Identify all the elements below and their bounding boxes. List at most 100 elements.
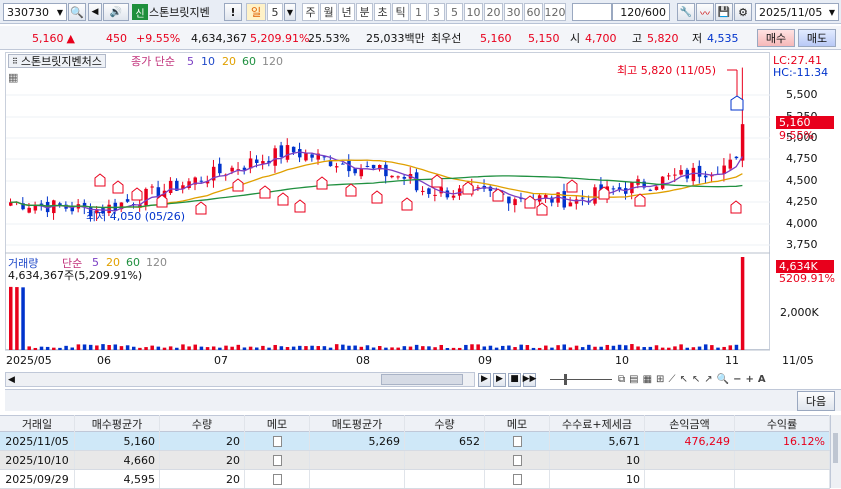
tab-timeframe-4[interactable]: 분 <box>356 3 373 21</box>
chevron-down-icon[interactable]: ▼ <box>829 8 835 17</box>
current-price: 5,160 ▲ <box>32 29 75 47</box>
font-icon[interactable]: A <box>758 374 766 385</box>
memo-icon[interactable] <box>512 473 522 485</box>
top-toolbar: 330730 ▼ 🔍 ◀ 🔊 신 스톤브릿지벤 ! 일 5 ▼ 주월년분초틱135… <box>0 0 841 24</box>
prev-stock-button[interactable]: ◀ <box>88 3 102 21</box>
memo-cell[interactable] <box>485 432 550 450</box>
stop-button[interactable]: ■ <box>508 372 521 387</box>
period-dropdown-button[interactable]: ▼ <box>284 3 296 21</box>
line-chart-icon: 〰 <box>700 8 710 20</box>
table-header-cell[interactable]: 손익금액 <box>645 415 735 432</box>
fast-forward-button[interactable]: ▶▶ <box>523 372 536 387</box>
warning-button[interactable]: ! <box>224 3 242 21</box>
grid-icon[interactable]: ▦ <box>8 70 18 84</box>
tab-timeframe-13[interactable]: 60 <box>524 3 543 21</box>
tab-timeframe-3[interactable]: 년 <box>338 3 355 21</box>
grid-tool2-icon[interactable]: ▦ <box>643 374 652 385</box>
sell-button[interactable]: 매도 <box>798 29 836 47</box>
memo-cell[interactable] <box>245 432 310 450</box>
zoom-out-icon[interactable]: − <box>733 374 741 385</box>
zoom-icon[interactable]: 🔍 <box>717 374 729 385</box>
cursor2-icon[interactable]: ↖ <box>692 374 700 385</box>
table-header-cell[interactable]: 수수료+제세금 <box>550 415 645 432</box>
date-field[interactable]: 2025/11/05 ▼ <box>755 3 839 21</box>
table-cell: 2025/11/05 <box>0 432 75 450</box>
tab-daily[interactable]: 일 <box>246 3 266 21</box>
table-header-cell[interactable]: 매도평균가 <box>310 415 405 432</box>
tab-timeframe-2[interactable]: 월 <box>320 3 337 21</box>
play-button[interactable]: ▶ <box>493 372 506 387</box>
tab-timeframe-7[interactable]: 1 <box>410 3 427 21</box>
table-cell <box>310 470 405 488</box>
grid-tool-icon[interactable]: ▤ <box>629 374 638 385</box>
tab-timeframe-12[interactable]: 30 <box>504 3 523 21</box>
table-cell: 20 <box>160 451 245 469</box>
tab-timeframe-14[interactable]: 120 <box>544 3 566 21</box>
open-label: 시 <box>570 32 581 45</box>
chart-legend-name[interactable]: ⠿ 스톤브릿지벤처스 <box>8 54 106 68</box>
memo-icon[interactable] <box>512 435 522 447</box>
memo-cell[interactable] <box>485 451 550 469</box>
table-header-cell[interactable]: 거래일 <box>0 415 75 432</box>
step-forward-button[interactable]: ▶ <box>478 372 491 387</box>
tab-timeframe-8[interactable]: 3 <box>428 3 445 21</box>
memo-icon[interactable] <box>512 454 522 466</box>
stock-code-input[interactable]: 330730 ▼ <box>3 3 67 21</box>
table-cell <box>645 470 735 488</box>
measure-icon[interactable]: ⊞ <box>656 374 664 385</box>
vertical-scrollbar[interactable] <box>830 415 841 488</box>
save-button[interactable]: 💾 <box>715 3 733 21</box>
chevron-down-icon[interactable]: ▼ <box>57 8 63 17</box>
table-header-cell[interactable]: 수량 <box>405 415 485 432</box>
zoom-in-icon[interactable]: + <box>745 374 753 385</box>
hc-label: HC:-11.34 <box>773 65 829 79</box>
change-rate: +9.55% <box>136 31 181 45</box>
zoom-slider-handle[interactable] <box>564 374 567 385</box>
table-header-cell[interactable]: 메모 <box>485 415 550 432</box>
tab-timeframe-10[interactable]: 10 <box>464 3 483 21</box>
buy-button[interactable]: 매수 <box>757 29 795 47</box>
zoom-slider[interactable] <box>546 372 616 387</box>
table-cell: 4,595 <box>75 470 160 488</box>
date-axis-tick: 2025/05 <box>6 353 52 367</box>
tab-timeframe-11[interactable]: 20 <box>484 3 503 21</box>
memo-icon[interactable] <box>272 435 282 447</box>
range-start-field[interactable] <box>572 3 612 21</box>
tab-timeframe-1[interactable]: 주 <box>302 3 319 21</box>
date-value: 2025/11/05 <box>759 5 823 19</box>
table-header-cell[interactable]: 수익률 <box>735 415 830 432</box>
period-count[interactable]: 5 <box>267 3 283 21</box>
table-cell <box>645 451 735 469</box>
date-axis-tick: 10 <box>615 353 629 367</box>
horizontal-scrollbar[interactable]: ◀ <box>5 372 475 387</box>
search-button[interactable]: 🔍 <box>68 3 86 21</box>
tool-icon-button[interactable]: 🔧 <box>677 3 695 21</box>
memo-icon[interactable] <box>272 454 282 466</box>
chart-panel[interactable] <box>5 52 770 350</box>
cursor3-icon[interactable]: ↗ <box>704 374 712 385</box>
trend-icon[interactable]: ⟋ <box>668 374 675 385</box>
tab-timeframe-5[interactable]: 초 <box>374 3 391 21</box>
speaker-button[interactable]: 🔊 <box>103 3 129 21</box>
next-button[interactable]: 다음 <box>797 391 835 411</box>
cursor-icon[interactable]: ↖ <box>679 374 687 385</box>
data-count-field[interactable]: 120/600 <box>612 3 670 21</box>
table-header-cell[interactable]: 수량 <box>160 415 245 432</box>
table-header-cell[interactable]: 매수평균가 <box>75 415 160 432</box>
high-price: 5,820 <box>647 31 679 45</box>
vertical-scroll-thumb[interactable] <box>833 433 838 463</box>
line-chart-button[interactable]: 〰 <box>696 3 714 21</box>
memo-cell[interactable] <box>245 451 310 469</box>
tab-timeframe-9[interactable]: 5 <box>446 3 463 21</box>
window-icon[interactable]: ⧉ <box>618 374 625 385</box>
memo-cell[interactable] <box>485 470 550 488</box>
memo-cell[interactable] <box>245 470 310 488</box>
table-header-cell[interactable]: 메모 <box>245 415 310 432</box>
table-cell: 20 <box>160 432 245 450</box>
scroll-thumb[interactable] <box>381 374 463 385</box>
settings-button[interactable]: ⚙ <box>734 3 752 21</box>
tab-timeframe-6[interactable]: 틱 <box>392 3 409 21</box>
scroll-left-icon[interactable]: ◀ <box>8 375 15 385</box>
table-cell: 2025/09/29 <box>0 470 75 488</box>
memo-icon[interactable] <box>272 473 282 485</box>
